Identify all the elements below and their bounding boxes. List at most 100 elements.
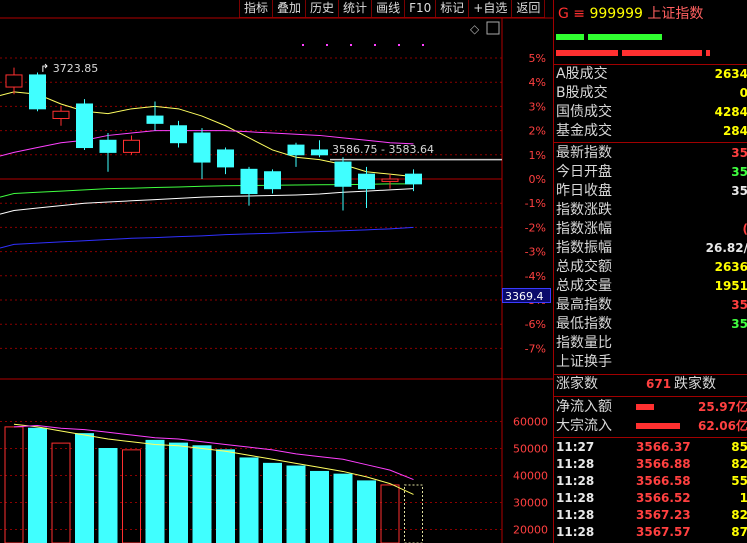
candle-body: [381, 178, 399, 182]
quote-row: 指数涨跌: [556, 201, 747, 220]
price-axis-label: 5%: [529, 52, 546, 65]
tick-vol: 82: [731, 508, 747, 522]
candle-body: [334, 161, 352, 187]
kline-chart[interactable]: 5%4%3%2%1%0%-1%-2%-3%-4%-5%-6%-7%6000050…: [0, 0, 553, 543]
row-value: 1951: [714, 279, 747, 293]
quote-row: 最高指数 35: [556, 296, 747, 315]
crosshair-price-tag: 3369.4: [502, 288, 551, 303]
volume-axis-label: 40000: [513, 470, 548, 483]
tick-vol: 1: [739, 491, 747, 505]
price-axis-label: 0%: [529, 173, 546, 186]
volume-bar: [239, 457, 259, 543]
row-value: 284: [722, 124, 747, 138]
price-axis-label: -3%: [525, 246, 546, 259]
index-name: 上证指数: [647, 6, 704, 22]
tick-vol: 87: [731, 525, 747, 539]
volume-axis-label: 20000: [513, 524, 548, 537]
candle-body: [52, 110, 70, 119]
quote-row: 指数振幅 26.82/: [556, 239, 747, 258]
row-label: 总成交量: [556, 278, 612, 294]
divider: [554, 437, 747, 438]
row-label: 最低指数: [556, 316, 612, 332]
volume-bar: [357, 480, 376, 543]
range-annotation: 3586.75 - 3583.64: [332, 143, 434, 156]
volume-bar: [169, 442, 188, 543]
title-prefix: G ≡: [558, 6, 586, 22]
tick-time: 11:28: [556, 491, 595, 505]
tick-price: 3566.58: [636, 474, 691, 488]
candle-body: [5, 74, 23, 88]
candle-body: [123, 139, 140, 153]
up-ratio-bar-2: [588, 34, 662, 40]
tick-time: 11:28: [556, 525, 595, 539]
tick-vol: 82: [731, 457, 747, 471]
tick-row: 11:27 3566.37 85: [556, 439, 747, 456]
quote-row: A股成交 2634: [556, 65, 747, 84]
price-axis-label: -6%: [525, 318, 546, 331]
volume-ma-line: [13, 423, 414, 495]
volume-bar: [263, 462, 282, 543]
price-axis-label: 4%: [529, 76, 546, 89]
quote-row: 上证换手: [556, 353, 747, 372]
row-value: 62.06亿: [698, 419, 747, 433]
up-ratio-bar: [556, 34, 584, 40]
tick-row: 11:28 3567.57 87: [556, 524, 747, 541]
quote-row: 今日开盘 35: [556, 163, 747, 182]
marker-dot: [326, 44, 328, 46]
row-value: 35: [731, 298, 747, 312]
candle-body: [240, 168, 258, 195]
quote-row: 总成交额 2636: [556, 258, 747, 277]
breadth-row: 涨家数 671 跌家数: [556, 375, 747, 394]
diamond-icon: ◇: [470, 22, 480, 36]
tick-row: 11:28 3566.58 55: [556, 473, 747, 490]
quote-row: B股成交 0: [556, 84, 747, 103]
volume-bar: [216, 449, 235, 543]
row-value: (: [743, 220, 747, 239]
candle-body: [311, 149, 328, 156]
high-annotation: ↱ 3723.85: [40, 62, 99, 75]
volume-axis-label: 50000: [513, 443, 548, 456]
volume-bar: [286, 465, 306, 543]
candle-body: [146, 115, 164, 124]
window-button: [486, 21, 500, 35]
row-label: 总成交额: [556, 259, 612, 275]
row-label: 最新指数: [556, 145, 612, 161]
row-value: 35: [731, 146, 747, 160]
row-label: 最高指数: [556, 297, 612, 313]
up-count-label: 涨家数: [556, 376, 598, 392]
marker-dot: [302, 44, 304, 46]
row-label: 国债成交: [556, 104, 612, 120]
volume-bar: [404, 484, 423, 543]
tick-row: 11:28 3566.52 1: [556, 490, 747, 507]
marker-dot: [398, 44, 400, 46]
quote-row: 昨日收盘 35: [556, 182, 747, 201]
volume-axis-label: 30000: [513, 497, 548, 510]
price-axis-label: -1%: [525, 197, 546, 210]
down-ratio-bar: [556, 50, 618, 56]
index-code: 999999: [589, 6, 643, 22]
row-label: 昨日收盘: [556, 183, 612, 199]
row-value: 0: [739, 86, 747, 100]
quote-row: 国债成交 4284: [556, 103, 747, 122]
price-axis-label: 2%: [529, 125, 546, 138]
panel-title: G ≡ 999999 上证指数: [558, 3, 703, 23]
row-value: 4284: [714, 105, 747, 119]
volume-bar: [333, 473, 353, 543]
flow-bar: [636, 423, 680, 429]
up-count-value: 671: [646, 377, 672, 391]
tick-price: 3566.88: [636, 457, 691, 471]
row-value: 2636: [714, 260, 747, 274]
row-label: 大宗流入: [556, 418, 612, 434]
quote-row: 基金成交 284: [556, 122, 747, 141]
tick-price: 3567.23: [636, 508, 691, 522]
tick-price: 3566.52: [636, 491, 691, 505]
volume-bar: [51, 442, 71, 543]
tick-vol: 85: [731, 440, 747, 454]
volume-bar: [28, 427, 47, 543]
row-value: 26.82/: [705, 241, 747, 255]
volume-bar: [192, 445, 212, 543]
down-ratio-bar-3: [706, 50, 710, 56]
price-axis-label: -4%: [525, 270, 546, 283]
row-value: 35: [731, 317, 747, 331]
down-ratio-bar-2: [622, 50, 702, 56]
